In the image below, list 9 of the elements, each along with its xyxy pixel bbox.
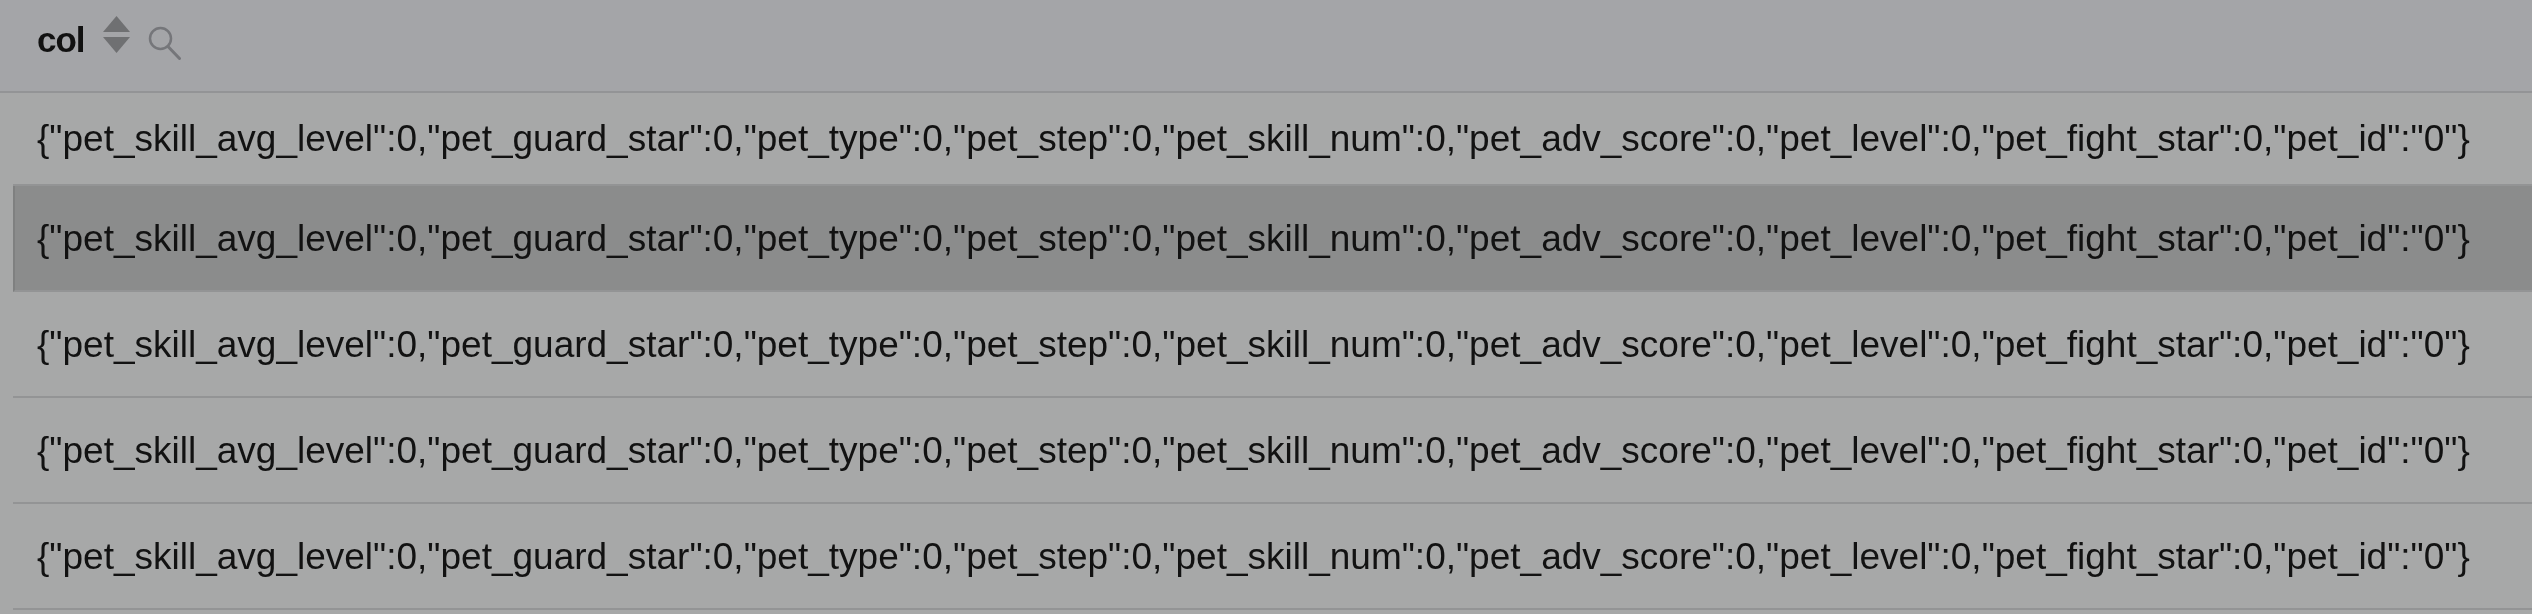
table-row[interactable]: {"pet_skill_avg_level":0,"pet_guard_star":0,"pet_type":0,"pet_step":0,"pet_skill_num":0,"pet_adv_score":0,"pet_level":0,"pet_fight_star":0,"pet_id":"0"} — [13, 186, 2532, 292]
search-icon[interactable] — [147, 26, 181, 60]
table-cell-text: {"pet_skill_avg_level":0,"pet_guard_star":0,"pet_type":0,"pet_step":0,"pet_skill_num":0,"pet_adv_score":0,"pet_level":0,"pet_fight_star":0,"pet_id":"0"} — [36, 325, 2470, 363]
table-cell-text: {"pet_skill_avg_level":0,"pet_guard_star":0,"pet_type":0,"pet_step":0,"pet_skill_num":0,"pet_adv_score":0,"pet_level":0,"pet_fight_star":0,"pet_id":"0"} — [36, 219, 2470, 257]
table-cell-text: {"pet_skill_avg_level":0,"pet_guard_star":0,"pet_type":0,"pet_step":0,"pet_skill_num":0,"pet_adv_score":0,"pet_level":0,"pet_fight_star":0,"pet_id":"0"} — [36, 431, 2470, 469]
table-cell-text: {"pet_skill_avg_level":0,"pet_guard_star":0,"pet_type":0,"pet_step":0,"pet_skill_num":0,"pet_adv_score":0,"pet_level":0,"pet_fight_star":0,"pet_id":"0"} — [36, 537, 2470, 575]
column-title: col — [37, 22, 85, 57]
sort-icon[interactable] — [102, 16, 130, 53]
table-cell-text: {"pet_skill_avg_level":0,"pet_guard_star":0,"pet_type":0,"pet_step":0,"pet_skill_num":0,"pet_adv_score":0,"pet_level":0,"pet_fight_star":0,"pet_id":"0"} — [36, 120, 2470, 157]
